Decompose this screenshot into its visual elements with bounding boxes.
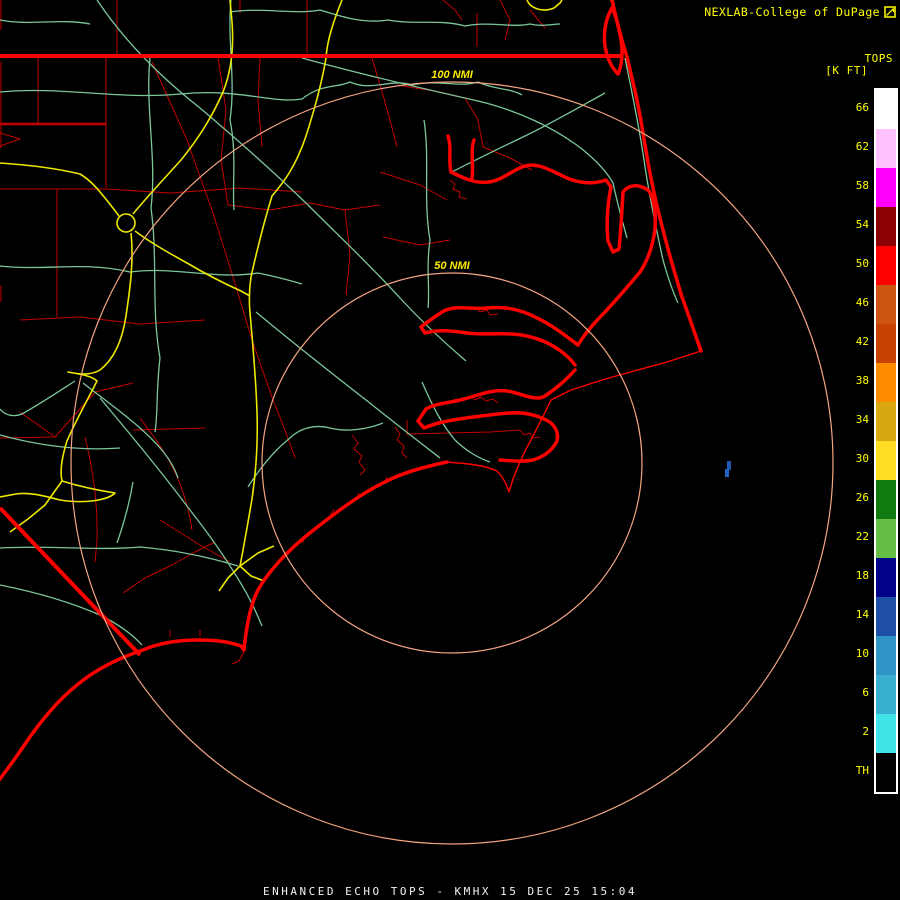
echo-tops-color-scale: 66625854504642383430262218141062TH	[845, 88, 898, 794]
color-scale-tick-label: 42	[845, 322, 869, 361]
color-scale-tick-label: 18	[845, 556, 869, 595]
color-scale-swatch	[876, 519, 896, 558]
color-scale-swatch	[876, 129, 896, 168]
color-scale-swatch	[876, 207, 896, 246]
state-border-layer	[0, 56, 623, 655]
color-scale-tick-label: 34	[845, 400, 869, 439]
color-scale-labels: 66625854504642383430262218141062TH	[845, 88, 869, 790]
color-scale-tick-label: 22	[845, 517, 869, 556]
color-scale-tick-label: 66	[845, 88, 869, 127]
color-scale-swatch	[876, 558, 896, 597]
college-of-dupage-logo-icon	[884, 6, 896, 18]
color-scale-swatch	[876, 636, 896, 675]
color-scale-swatch	[876, 246, 896, 285]
color-scale-tick-label: 46	[845, 283, 869, 322]
brand: NEXLAB-College of DuPage	[704, 5, 896, 19]
range-ring-label-50nmi: 50 NMI	[434, 260, 469, 272]
color-scale-swatch	[876, 597, 896, 636]
color-scale-tick-label: TH	[845, 751, 869, 790]
radar-echo	[725, 469, 729, 477]
legend-units: [K FT]	[825, 64, 868, 77]
color-scale-swatch	[876, 402, 896, 441]
color-scale-swatch	[876, 714, 896, 753]
interstate-roads-layer	[0, 0, 562, 591]
color-scale-tick-label: 50	[845, 244, 869, 283]
color-scale-swatch	[876, 753, 896, 792]
color-scale-swatch	[876, 285, 896, 324]
color-scale-tick-label: 38	[845, 361, 869, 400]
range-ring-label-100nmi: 100 NMI	[431, 69, 473, 81]
product-status-text: ENHANCED ECHO TOPS - KMHX 15 DEC 25 15:0…	[0, 885, 900, 898]
color-scale-tick-label: 2	[845, 712, 869, 751]
brand-text: NEXLAB-College of DuPage	[704, 5, 880, 19]
color-scale-bar	[874, 88, 898, 794]
radar-echo	[727, 461, 731, 470]
color-scale-tick-label: 58	[845, 166, 869, 205]
legend-title: TOPS	[865, 52, 894, 65]
radar-map-canvas	[0, 0, 900, 900]
color-scale-tick-label: 62	[845, 127, 869, 166]
color-scale-tick-label: 26	[845, 478, 869, 517]
color-scale-tick-label: 54	[845, 205, 869, 244]
color-scale-swatch	[876, 324, 896, 363]
primary-roads-layer	[0, 0, 678, 645]
color-scale-swatch	[876, 675, 896, 714]
color-scale-swatch	[876, 90, 896, 129]
radar-display: NEXLAB-College of DuPage TOPS [K FT] 666…	[0, 0, 900, 900]
color-scale-swatch	[876, 168, 896, 207]
color-scale-tick-label: 30	[845, 439, 869, 478]
color-scale-tick-label: 14	[845, 595, 869, 634]
color-scale-tick-label: 6	[845, 673, 869, 712]
color-scale-swatch	[876, 480, 896, 519]
radar-echo-layer	[725, 461, 731, 477]
color-scale-swatch	[876, 441, 896, 480]
color-scale-tick-label: 10	[845, 634, 869, 673]
color-scale-swatch	[876, 363, 896, 402]
